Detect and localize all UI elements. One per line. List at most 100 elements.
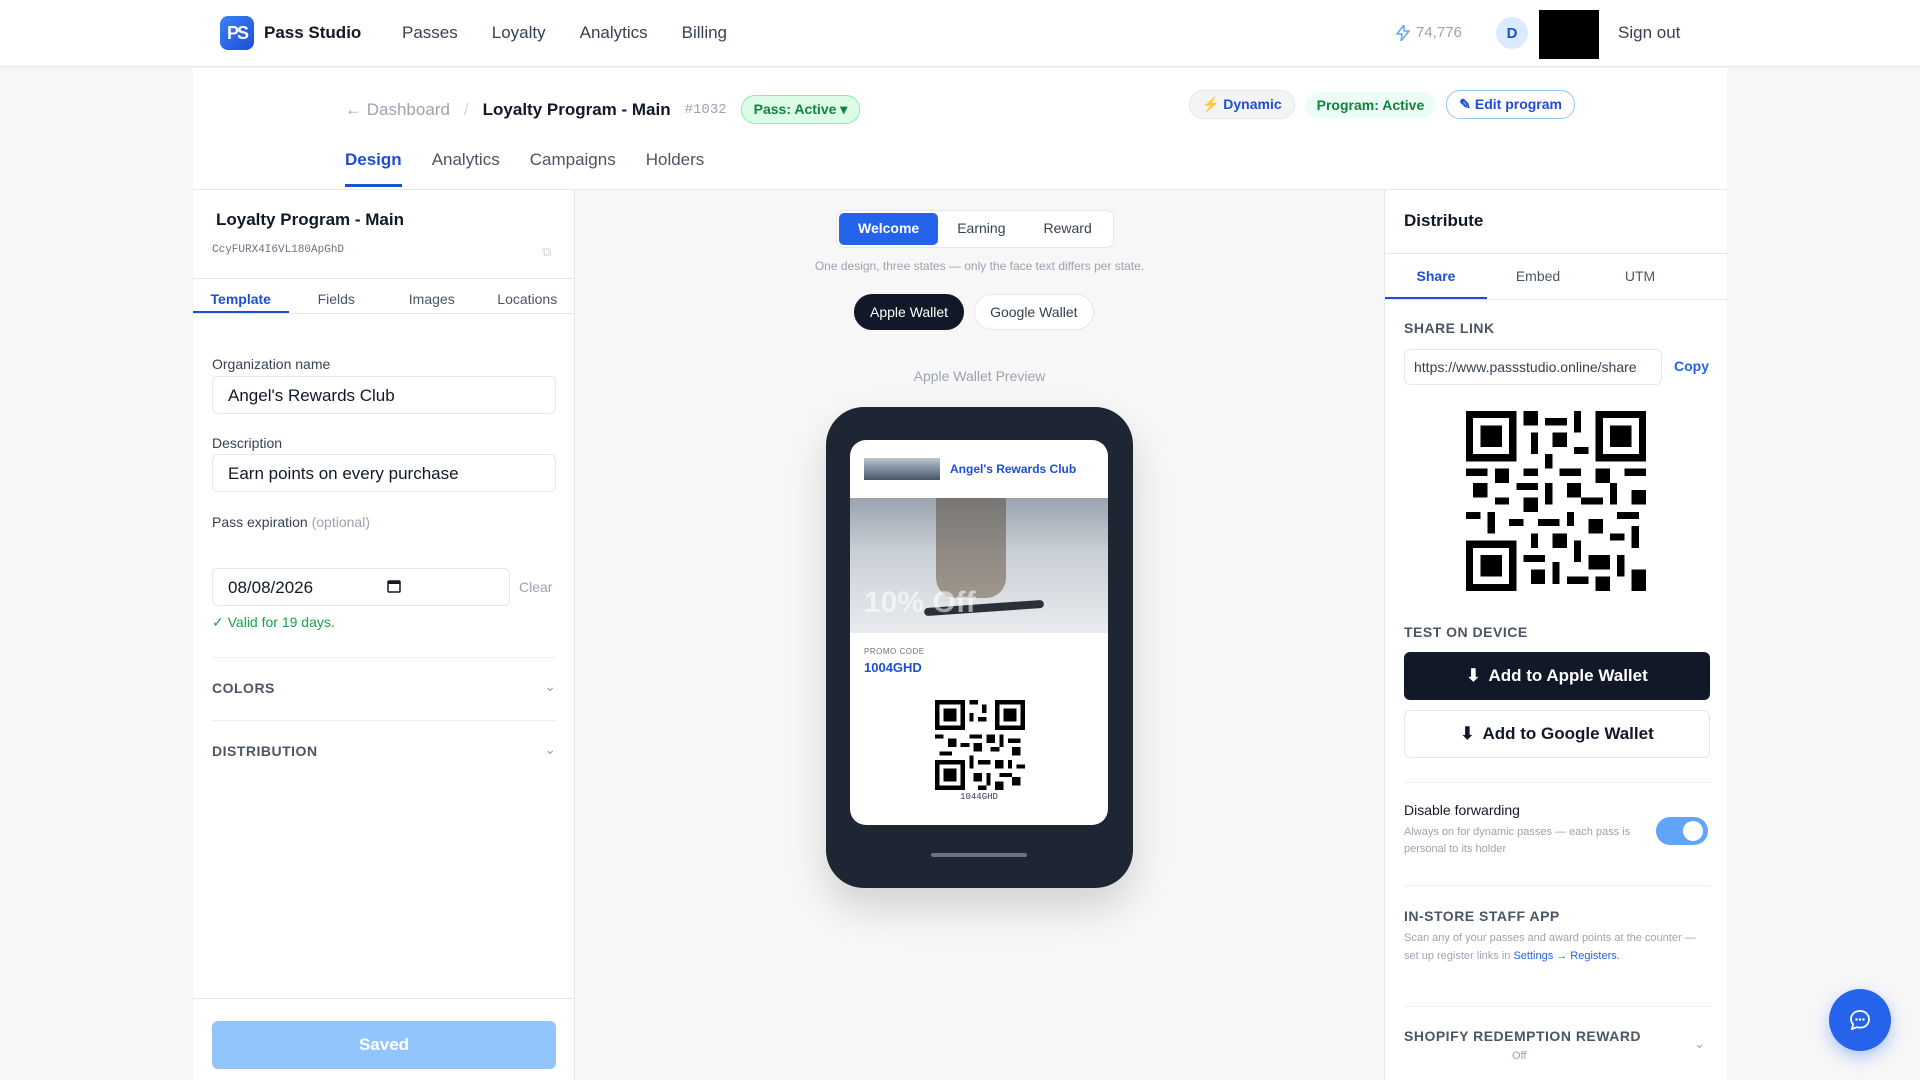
phone-mockup: Angel's Rewards Club 10% Off PROMO CODE … xyxy=(826,407,1133,888)
divider xyxy=(1404,782,1710,783)
program-status-badge: Program: Active xyxy=(1304,91,1437,118)
share-qr-code xyxy=(1466,411,1646,591)
tab-campaigns[interactable]: Campaigns xyxy=(530,150,616,187)
nav-loyalty[interactable]: Loyalty xyxy=(492,23,546,43)
program-code: CcyFURX4I6VL180ApGhD xyxy=(212,244,345,256)
editor-tabs: Template Fields Images Locations xyxy=(193,278,575,314)
nav-passes[interactable]: Passes xyxy=(402,23,458,43)
share-link-input[interactable]: https://www.passstudio.online/share xyxy=(1404,349,1662,385)
nav-billing[interactable]: Billing xyxy=(682,23,727,43)
chat-button[interactable] xyxy=(1829,989,1891,1051)
divider xyxy=(1404,1006,1710,1007)
colors-section-title: COLORS xyxy=(212,680,275,696)
offer-text: 10% Off xyxy=(864,586,976,619)
distribute-panel: Distribute Share Embed UTM SHARE LINK ht… xyxy=(1384,190,1728,1080)
pass-screen: Angel's Rewards Club 10% Off PROMO CODE … xyxy=(850,440,1108,825)
pencil-icon: ✎ xyxy=(1459,96,1471,112)
pass-strip-image: 10% Off xyxy=(850,498,1108,633)
breadcrumb-separator: / xyxy=(463,99,469,119)
org-name-input[interactable]: Angel's Rewards Club xyxy=(212,376,556,414)
tab-locations[interactable]: Locations xyxy=(480,279,576,313)
edit-program-button[interactable]: ✎ Edit program xyxy=(1446,90,1575,119)
dynamic-label: Dynamic xyxy=(1223,96,1282,112)
dynamic-badge: ⚡ Dynamic xyxy=(1188,90,1295,119)
distribute-tabs: Share Embed UTM xyxy=(1385,253,1728,300)
state-switcher: Welcome Earning Reward xyxy=(836,210,1114,248)
add-to-google-wallet-button[interactable]: ⬇ Add to Google Wallet xyxy=(1404,710,1710,758)
pass-qr-caption: 1044GHD xyxy=(960,792,998,802)
shopify-reward-title[interactable]: SHOPIFY REDEMPTION REWARD xyxy=(1404,1028,1641,1044)
sign-out-link[interactable]: Sign out xyxy=(1618,23,1680,43)
tab-design[interactable]: Design xyxy=(345,150,402,187)
top-nav: PS Pass Studio Passes Loyalty Analytics … xyxy=(0,0,1920,67)
tab-template[interactable]: Template xyxy=(193,279,289,313)
promo-code-label: PROMO CODE xyxy=(864,647,925,656)
state-reward[interactable]: Reward xyxy=(1024,213,1110,245)
save-footer: Saved xyxy=(193,998,575,1080)
optional-hint: (optional) xyxy=(311,514,370,530)
nav-analytics[interactable]: Analytics xyxy=(580,23,648,43)
save-button[interactable]: Saved xyxy=(212,1021,556,1069)
pass-logo-image xyxy=(864,458,940,480)
state-earning[interactable]: Earning xyxy=(938,213,1024,245)
distribution-section-title: DISTRIBUTION xyxy=(212,743,318,759)
distribution-section[interactable]: DISTRIBUTION ⌄ xyxy=(212,720,556,780)
chevron-down-icon: ⌄ xyxy=(544,678,556,694)
breadcrumb: ← Dashboard / Loyalty Program - Main #10… xyxy=(345,95,861,124)
expiration-date-value: 08/08/2026 xyxy=(228,578,314,597)
staff-app-title: IN-STORE STAFF APP xyxy=(1404,908,1560,924)
promo-code-value: 1004GHD xyxy=(864,660,922,675)
tab-images[interactable]: Images xyxy=(384,279,480,313)
pass-studio-logo: PS xyxy=(220,16,254,50)
credits-counter: 74,776 xyxy=(1396,24,1462,41)
google-wallet-toggle[interactable]: Google Wallet xyxy=(974,294,1094,330)
download-icon: ⬇ xyxy=(1460,724,1475,743)
home-indicator xyxy=(931,853,1027,857)
state-welcome[interactable]: Welcome xyxy=(839,213,939,245)
pass-header: Angel's Rewards Club xyxy=(850,440,1108,498)
share-link-label: SHARE LINK xyxy=(1404,320,1495,336)
tab-utm[interactable]: UTM xyxy=(1589,254,1691,299)
calendar-icon[interactable] xyxy=(387,579,401,596)
back-to-dashboard[interactable]: ← Dashboard xyxy=(345,100,450,120)
disable-forwarding-title: Disable forwarding xyxy=(1404,802,1520,818)
pass-status-label: Pass: Active xyxy=(753,101,837,117)
pass-org-name: Angel's Rewards Club xyxy=(950,462,1077,476)
description-input[interactable]: Earn points on every purchase xyxy=(212,454,556,492)
expiration-date-input[interactable]: 08/08/2026 xyxy=(212,568,510,606)
chevron-down-icon[interactable]: ⌄ xyxy=(1694,1036,1705,1052)
colors-section[interactable]: COLORS ⌄ xyxy=(212,657,556,717)
download-icon: ⬇ xyxy=(1466,666,1481,685)
redacted-block xyxy=(1539,10,1599,59)
tab-analytics[interactable]: Analytics xyxy=(432,150,500,187)
back-label: Dashboard xyxy=(366,99,450,119)
preview-area: Welcome Earning Reward One design, three… xyxy=(576,190,1383,1080)
avatar[interactable]: D xyxy=(1496,17,1528,49)
tab-holders[interactable]: Holders xyxy=(646,150,705,187)
chat-bubble-icon xyxy=(1850,1010,1870,1031)
test-on-device-label: TEST ON DEVICE xyxy=(1404,624,1528,640)
clear-date-button[interactable]: Clear xyxy=(519,579,552,595)
header-actions: ⚡ Dynamic Program: Active ✎ Edit program xyxy=(1188,90,1575,119)
tab-fields[interactable]: Fields xyxy=(289,279,385,313)
staff-app-desc: Scan any of your passes and award points… xyxy=(1404,929,1704,965)
settings-registers-link[interactable]: Settings → Registers. xyxy=(1513,950,1619,962)
caret-down-icon: ▾ xyxy=(840,101,848,117)
tab-embed[interactable]: Embed xyxy=(1487,254,1589,299)
apple-wallet-label: Add to Apple Wallet xyxy=(1488,666,1648,685)
apple-wallet-toggle[interactable]: Apple Wallet xyxy=(854,294,965,330)
program-tabs: Design Analytics Campaigns Holders xyxy=(345,150,704,187)
disable-forwarding-toggle[interactable] xyxy=(1656,817,1708,845)
copy-icon[interactable]: ⧉ xyxy=(542,244,551,260)
brand[interactable]: PS Pass Studio xyxy=(220,16,361,50)
pass-status-dropdown[interactable]: Pass: Active ▾ xyxy=(740,95,861,124)
program-id: #1032 xyxy=(684,101,727,118)
distribute-title: Distribute xyxy=(1404,211,1484,230)
copy-button[interactable]: Copy xyxy=(1674,358,1709,374)
expiration-label-text: Pass expiration xyxy=(212,514,308,530)
add-to-apple-wallet-button[interactable]: ⬇ Add to Apple Wallet xyxy=(1404,652,1710,700)
state-note: One design, three states — only the face… xyxy=(814,259,1145,273)
google-wallet-label: Add to Google Wallet xyxy=(1482,724,1654,743)
tab-share[interactable]: Share xyxy=(1385,254,1487,299)
edit-label: Edit program xyxy=(1474,96,1562,112)
